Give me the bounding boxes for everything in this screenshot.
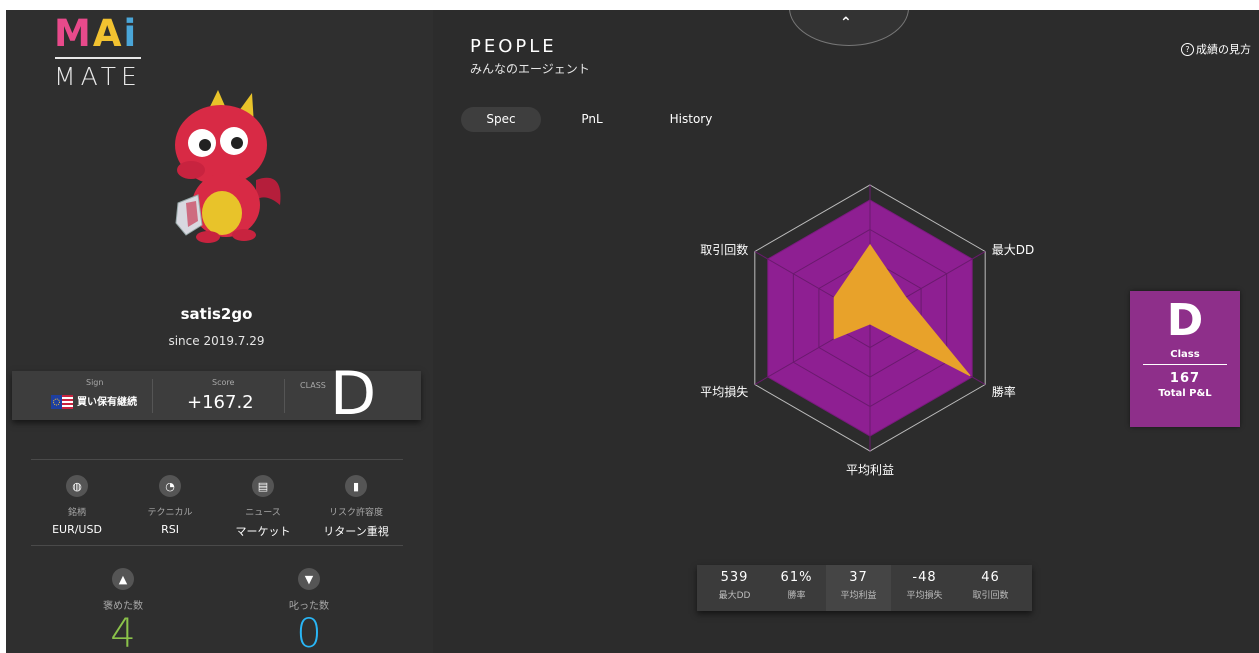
info-value: RSI (161, 523, 179, 536)
scold-counter: ▼ 叱った数 0 (259, 568, 359, 653)
sign-label: Sign (86, 378, 104, 387)
member-since: since 2019.7.29 (168, 334, 265, 348)
agent-profile-panel: MAi MATE satis2go since 2019.7.29 Sign 買… (6, 10, 433, 653)
info-label: 銘柄 (67, 508, 86, 518)
people-panel: ⌃ PEOPLE みんなのエージェント ? 成績の見方 Spec PnL His… (433, 10, 1259, 653)
info-technical: ◔ テクニカル RSI (130, 475, 210, 536)
stat-label: 平均損失 (906, 591, 943, 601)
info-risk: ▮ リスク許容度 リターン重視 (316, 475, 396, 539)
eu-us-flag-icon (51, 395, 73, 409)
info-value: リターン重視 (323, 525, 389, 538)
praise-count: 4 (110, 611, 136, 653)
stat-value: -48 (912, 570, 937, 585)
bar-chart-icon: ▮ (345, 475, 367, 497)
page-title: PEOPLE (470, 36, 557, 57)
logo-divider (55, 57, 141, 59)
stats-bar: 539 最大DD 61% 勝率 37 平均利益 -48 平均損失 46 取引回数 (697, 565, 1032, 611)
tab-pnl[interactable]: PnL (557, 107, 627, 132)
scold-count: 0 (296, 611, 322, 653)
stat-label: 最大DD (718, 591, 751, 601)
card-divider (284, 379, 285, 413)
info-value: マーケット (235, 525, 291, 538)
divider (31, 545, 403, 546)
class-badge-label: Class (1170, 349, 1200, 360)
radar-axis-label: 勝率 (992, 384, 1016, 399)
username: satis2go (180, 305, 253, 323)
app-window: MAi MATE satis2go since 2019.7.29 Sign 買… (6, 10, 1259, 653)
praise-counter: ▲ 褒めた数 4 (73, 568, 173, 653)
sign-value: 買い保有継続 (77, 397, 137, 408)
stat-label: 取引回数 (972, 591, 1009, 601)
divider (31, 459, 403, 460)
info-value: EUR/USD (52, 523, 102, 536)
stat-max-dd: 539 最大DD (702, 565, 767, 611)
info-news: ▤ ニュース マーケット (223, 475, 303, 539)
thumbs-down-icon[interactable]: ▼ (298, 568, 320, 590)
page-subtitle: みんなのエージェント (470, 62, 590, 76)
guide-label: 成績の見方 (1196, 43, 1251, 56)
stat-value: 61% (780, 570, 813, 585)
logo: MAi (54, 14, 138, 54)
results-guide-link[interactable]: ? 成績の見方 (1181, 41, 1251, 57)
class-badge-divider (1143, 364, 1227, 365)
news-icon: ▤ (252, 475, 274, 497)
praise-label: 褒めた数 (103, 601, 143, 612)
score-label: Score (212, 378, 235, 387)
logo-letter: A (92, 12, 124, 55)
stat-label: 勝率 (787, 591, 806, 601)
stat-win-rate: 61% 勝率 (764, 565, 829, 611)
radar-axis-label: 平均損失 (700, 384, 748, 399)
globe-icon: ◍ (66, 475, 88, 497)
stat-avg-loss: -48 平均損失 (892, 565, 957, 611)
class-label: CLASS (300, 381, 326, 390)
scold-label: 叱った数 (289, 601, 329, 612)
card-divider (152, 379, 153, 413)
radar-axis-label: 最大DD (992, 243, 1034, 257)
logo-letter: i (123, 12, 139, 55)
chart-icon: ◔ (159, 475, 181, 497)
radar-axis-label: 取引回数 (700, 242, 748, 257)
class-grade: D (330, 359, 377, 429)
stat-avg-profit: 37 平均利益 (826, 565, 891, 611)
score-value: +167.2 (187, 392, 254, 413)
thumbs-up-icon[interactable]: ▲ (112, 568, 134, 590)
radar-axis-label: 平均利益 (846, 463, 894, 477)
agent-summary-card: Sign 買い保有継続 Score +167.2 CLASS D (12, 362, 421, 426)
logo-subtext: MATE (54, 62, 142, 91)
tab-spec[interactable]: Spec (461, 107, 541, 132)
stat-label: 平均利益 (840, 591, 877, 601)
chevron-up-icon: ⌃ (840, 15, 852, 31)
tab-history[interactable]: History (651, 107, 731, 132)
collapse-button[interactable]: ⌃ (789, 10, 909, 46)
stat-value: 37 (849, 570, 868, 585)
class-badge: D Class 167 Total P&L (1130, 291, 1240, 427)
info-symbol: ◍ 銘柄 EUR/USD (37, 475, 117, 536)
dragon-mascot-image (175, 90, 281, 243)
info-label: リスク許容度 (328, 508, 383, 518)
logo-letter: M (54, 12, 93, 55)
stat-trade-count: 46 取引回数 (958, 565, 1023, 611)
info-label: ニュース (245, 508, 281, 518)
info-label: テクニカル (147, 508, 193, 518)
radar-chart: 総損益最大DD勝率平均利益平均損失取引回数 (700, 184, 1034, 477)
total-pnl-value: 167 (1169, 371, 1201, 386)
stat-value: 46 (981, 570, 1000, 585)
question-icon: ? (1181, 42, 1194, 56)
total-pnl-label: Total P&L (1158, 388, 1212, 399)
stat-value: 539 (720, 570, 749, 585)
class-badge-grade: D (1166, 295, 1204, 346)
